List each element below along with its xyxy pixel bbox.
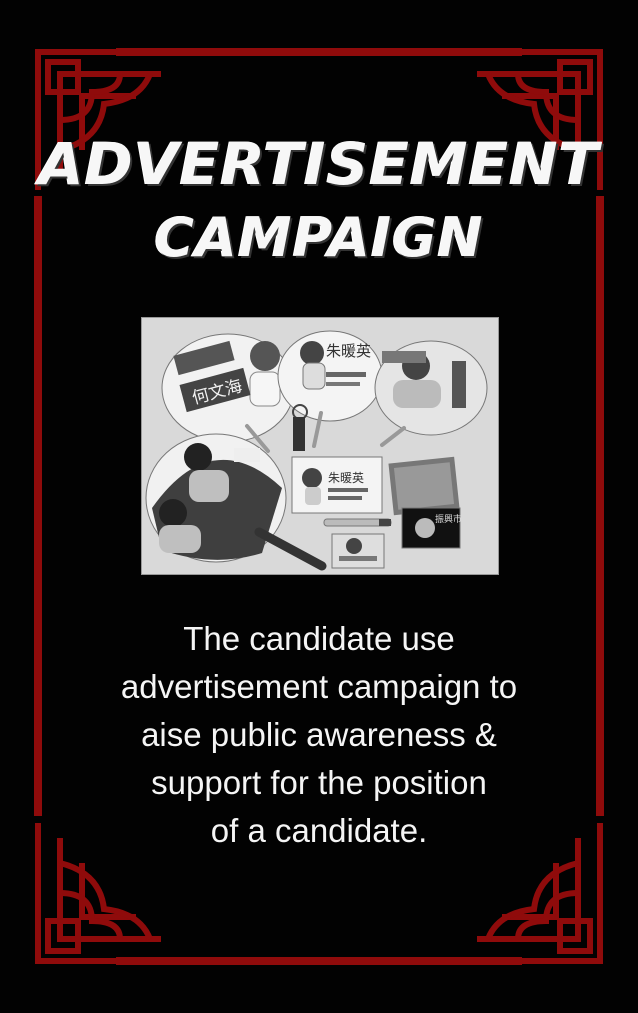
poster-card: ADVERTISEMENT CAMPAIGN 何文海 朱暖英 朱暖英 振興市 T… — [0, 0, 638, 1013]
title-line-2: CAMPAIGN — [154, 206, 484, 269]
caption-line-5: of a candidate. — [210, 812, 428, 849]
fan-2-name: 朱暖英 — [326, 342, 371, 360]
title-line-1: ADVERTISEMENT — [38, 130, 600, 198]
caption-line-1: The candidate use — [183, 620, 455, 657]
small-photo-card-left — [331, 533, 385, 569]
caption-line-2: advertisement campaign to — [120, 668, 518, 705]
campaign-card: 朱暖英 — [291, 456, 383, 514]
campaign-textile — [388, 456, 460, 516]
caption-text: The candidate use advertisement campaign… — [60, 615, 578, 855]
small-photo-card-right: 振興市 — [401, 507, 462, 549]
campaign-pen — [323, 518, 392, 527]
caption-line-4: support for the position — [151, 764, 487, 801]
campaign-fan-1: 何文海 — [161, 333, 295, 443]
small-card-badge: 振興市 — [435, 513, 462, 525]
campaign-materials-illustration: 何文海 朱暖英 朱暖英 振興市 — [142, 318, 498, 574]
campaign-fan-3 — [374, 340, 488, 436]
card-name: 朱暖英 — [328, 471, 364, 485]
campaign-materials-photo: 何文海 朱暖英 朱暖英 振興市 — [141, 317, 499, 575]
caption-line-3: aise public awareness & — [141, 716, 497, 753]
